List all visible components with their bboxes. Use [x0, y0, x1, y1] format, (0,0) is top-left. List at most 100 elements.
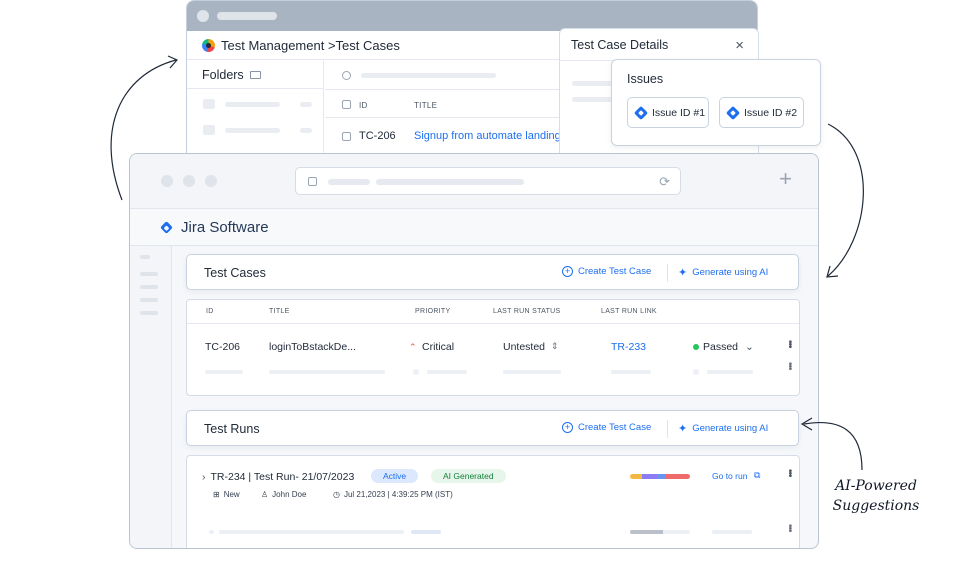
progress-segment [642, 474, 657, 479]
sidebar-item[interactable] [140, 272, 158, 276]
ai-powered-suggestions-annotation: AI-Powered Suggestions [826, 476, 926, 516]
window-maximize-dot[interactable] [205, 175, 217, 187]
expand-icon[interactable]: › [202, 471, 206, 483]
sparkle-icon: ✦ [678, 267, 688, 279]
url-placeholder [328, 179, 370, 185]
folders-header: Folders [187, 61, 323, 89]
external-link-icon[interactable]: ⧉ [754, 470, 760, 481]
progress-segment [630, 474, 642, 479]
window-dot [197, 10, 209, 22]
run-progress-bar [630, 474, 690, 479]
jira-icon [725, 105, 741, 120]
issues-title: Issues [627, 72, 664, 86]
address-bar[interactable]: ⟳ [295, 167, 681, 195]
create-test-case-button[interactable]: + Create Test Case [562, 266, 651, 277]
table-row[interactable]: TC-206 Signup from automate landing [325, 119, 561, 155]
folder-item[interactable] [203, 99, 312, 109]
issue-label: Issue ID #2 [744, 106, 798, 119]
folders-label: Folders [202, 67, 244, 82]
generate-ai-button[interactable]: ✦ Generate using AI [678, 422, 768, 435]
placeholder-row: ••• [187, 362, 799, 393]
more-icon[interactable]: ••• [784, 469, 795, 477]
table-row[interactable]: TC-206 loginToBstackDe... ⌃ Critical Unt… [187, 325, 799, 369]
test-cases-table: ID TITLE PRIORITY LAST RUN STATUS LAST R… [186, 299, 800, 396]
generate-label: Generate using AI [692, 423, 769, 434]
left-sidebar [130, 246, 172, 548]
run-state: ⊞ New [213, 490, 240, 499]
last-run-link[interactable]: TR-233 [611, 341, 646, 353]
state-icon: ⊞ [213, 490, 220, 499]
col-title: TITLE [269, 308, 290, 315]
datetime-label: Jul 21,2023 | 4:39:25 PM (IST) [343, 490, 453, 499]
col-priority: PRIORITY [415, 308, 451, 315]
folder-item[interactable] [203, 125, 312, 135]
test-cases-section-header: Test Cases + Create Test Case ✦ Generate… [186, 254, 799, 290]
app-header: Jira Software [130, 208, 818, 246]
window-title-placeholder [217, 12, 277, 20]
search-icon [342, 71, 351, 80]
row-checkbox[interactable] [342, 132, 351, 141]
progress-segment [666, 474, 690, 479]
issues-card: Issues Issue ID #1 Issue ID #2 [611, 59, 821, 146]
window-close-dot[interactable] [161, 175, 173, 187]
issue-chip[interactable]: Issue ID #2 [719, 97, 804, 128]
go-to-run-link[interactable]: Go to run [712, 471, 747, 481]
create-test-case-button[interactable]: + Create Test Case [562, 422, 651, 433]
plus-circle-icon: + [562, 266, 573, 277]
state-label: New [223, 490, 240, 499]
run-assignee: ♙ John Doe [261, 490, 306, 499]
search-placeholder [361, 73, 496, 78]
more-icon[interactable]: ••• [784, 340, 795, 348]
row-result[interactable]: Passed [703, 341, 738, 353]
row-id: TC-206 [205, 341, 241, 353]
close-icon[interactable]: × [735, 37, 744, 54]
test-management-logo-icon [202, 38, 215, 52]
more-icon[interactable]: ••• [784, 362, 795, 370]
app-brand: Jira Software [181, 218, 269, 236]
sort-icon: ⇕ [551, 341, 559, 351]
test-runs-table: › TR-234 | Test Run- 21/07/2023 Active A… [186, 455, 800, 548]
browser-chrome: ⟳ + [130, 154, 818, 208]
row-priority: Critical [422, 341, 455, 353]
sidebar-item[interactable] [140, 255, 150, 259]
more-icon[interactable]: ••• [784, 524, 795, 532]
detail-placeholder [572, 97, 612, 102]
sidebar-item[interactable] [140, 285, 158, 289]
folder-icon [203, 99, 215, 109]
issue-chip[interactable]: Issue ID #1 [627, 97, 709, 128]
reload-icon[interactable]: ⟳ [659, 174, 670, 190]
browser-window: ⟳ + Jira Software Test Cases + Create Te… [129, 153, 819, 549]
divider [667, 264, 668, 282]
test-run-title: TR-234 | Test Run- 21/07/2023 [210, 471, 355, 483]
folder-icon [203, 125, 215, 135]
jira-icon [633, 105, 649, 120]
col-title: TITLE [414, 101, 438, 110]
window-minimize-dot[interactable] [183, 175, 195, 187]
annotation-line: AI-Powered [835, 478, 917, 494]
new-tab-icon[interactable]: + [779, 167, 792, 191]
row-last-run-status[interactable]: Untested [503, 341, 545, 353]
generate-label: Generate using AI [692, 267, 769, 278]
breadcrumb-text: Test Management >Test Cases [221, 37, 400, 53]
col-last-run-status: LAST RUN STATUS [493, 308, 561, 315]
divider [667, 420, 668, 438]
sidebar-item[interactable] [140, 311, 158, 315]
details-header: Test Case Details [560, 29, 758, 61]
passed-status-icon [693, 344, 699, 350]
search-input[interactable] [342, 71, 496, 80]
sidebar-item[interactable] [140, 298, 158, 302]
jira-logo-icon [160, 220, 173, 234]
col-id: ID [206, 308, 214, 315]
folder-add-icon[interactable] [249, 70, 261, 79]
generate-ai-button[interactable]: ✦ Generate using AI [678, 266, 768, 279]
chevron-down-icon[interactable]: ⌄ [745, 341, 754, 353]
window-titlebar [187, 1, 757, 31]
row-title-link[interactable]: Signup from automate landing [414, 130, 561, 142]
col-id: ID [359, 101, 368, 110]
test-run-row[interactable]: › TR-234 | Test Run- 21/07/2023 [202, 471, 354, 483]
details-title: Test Case Details [571, 37, 669, 52]
select-all-checkbox[interactable] [342, 100, 351, 109]
test-case-table-header: ID TITLE [325, 89, 559, 118]
col-last-run-link: LAST RUN LINK [601, 308, 657, 315]
create-label: Create Test Case [578, 266, 652, 277]
